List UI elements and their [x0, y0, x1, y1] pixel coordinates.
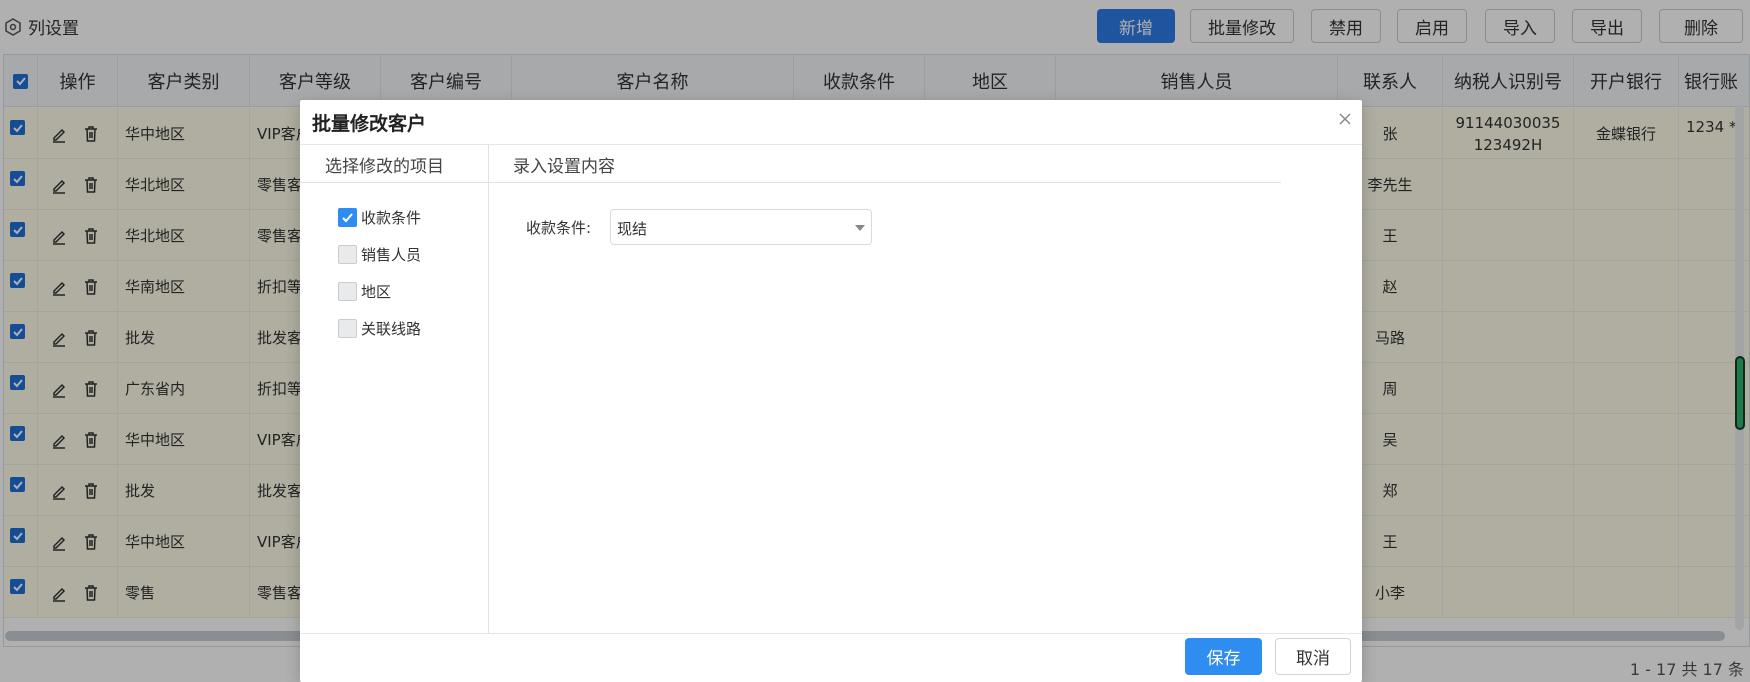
payment-terms-select[interactable]: 现结: [610, 209, 872, 245]
divider: [489, 182, 1281, 183]
option-label: 关联线路: [361, 320, 422, 338]
option-label: 地区: [361, 283, 392, 301]
cancel-button[interactable]: 取消: [1275, 638, 1351, 675]
close-icon[interactable]: [1338, 112, 1352, 126]
item-selection-title: 选择修改的项目: [325, 157, 444, 177]
option-salesperson[interactable]: 销售人员: [338, 244, 421, 265]
chevron-down-icon: [855, 225, 865, 231]
option-region[interactable]: 地区: [338, 281, 391, 302]
item-selection-pane: 选择修改的项目 收款条件 销售人员 地区 关联线路: [300, 145, 489, 633]
salesperson-checkbox[interactable]: [338, 245, 357, 264]
check-icon: [342, 213, 353, 223]
dialog-title: 批量修改客户: [312, 113, 427, 135]
option-route[interactable]: 关联线路: [338, 318, 421, 339]
divider: [300, 182, 489, 183]
payment-terms-checkbox[interactable]: [338, 208, 357, 227]
option-label: 收款条件: [361, 209, 422, 227]
region-checkbox[interactable]: [338, 282, 357, 301]
payment-terms-label: 收款条件:: [526, 219, 592, 237]
route-checkbox[interactable]: [338, 319, 357, 338]
option-payment-terms[interactable]: 收款条件: [338, 207, 421, 228]
option-label: 销售人员: [361, 246, 422, 264]
batch-edit-dialog: 批量修改客户 选择修改的项目 收款条件 销售人员 地区 关联线路 录入设置内容 …: [300, 100, 1362, 682]
divider: [300, 633, 1362, 634]
settings-content-title: 录入设置内容: [513, 157, 615, 177]
save-button[interactable]: 保存: [1185, 638, 1262, 675]
payment-terms-value: 现结: [617, 220, 648, 238]
